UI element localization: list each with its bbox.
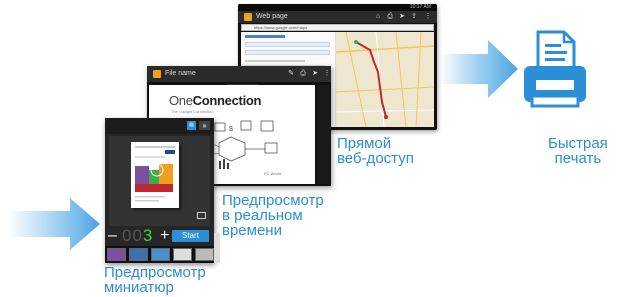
status-bar: 10:17 AM — [238, 4, 437, 11]
doc-brand-light: One — [169, 93, 193, 108]
status-time: 10:17 AM — [409, 4, 431, 10]
map-view[interactable] — [336, 32, 434, 127]
thumbnail-item[interactable] — [195, 248, 214, 261]
print-preview-area — [109, 136, 210, 226]
web-app-bar: Web page ⌂ ⎙ ➤ ⇪ ⋮ — [238, 11, 437, 23]
preview-page — [131, 142, 179, 208]
copies-leading-zeros: 00 — [122, 226, 143, 245]
url-field[interactable]: https://www.google.com/maps — [241, 24, 434, 31]
folder-icon — [153, 70, 161, 78]
edit-icon[interactable]: ✎ — [287, 70, 295, 78]
flow-arrow-right-icon — [440, 40, 518, 98]
menu-icon[interactable]: ⋮ — [424, 13, 432, 21]
menu-icon[interactable]: ⋮ — [323, 70, 331, 78]
file-app-title: File name — [165, 70, 196, 77]
preview-page-art — [135, 146, 175, 202]
copies-value: 003 — [122, 227, 153, 244]
quick-print-caption: Быстрая печать — [548, 135, 608, 167]
print-preview-screenshot: ▤ ▦ – 003 + Start — [105, 118, 214, 263]
decrease-copies-button[interactable]: – — [108, 228, 117, 244]
directions-header — [245, 35, 285, 38]
flow-arrow-left-icon — [8, 198, 100, 250]
page-edge — [214, 233, 220, 263]
copies-counter: – 003 + Start — [108, 227, 211, 244]
realtime-preview-caption: Предпросмотр в реальном времени — [222, 192, 324, 239]
print-settings-icon[interactable]: ▤ — [187, 121, 196, 130]
url-text: https://www.google.com/maps — [254, 25, 308, 30]
doc-brand: OneConnection — [169, 93, 261, 108]
send-icon[interactable]: ➤ — [398, 13, 406, 21]
increase-copies-button[interactable]: + — [160, 228, 169, 244]
print-icon[interactable]: ⎙ — [386, 13, 394, 21]
svg-text:$: $ — [229, 126, 233, 133]
page-count-icon[interactable] — [197, 212, 206, 219]
doc-brand-bold: Connection — [192, 93, 262, 108]
preview-top-bar: ▤ ▦ — [105, 118, 214, 134]
printer-icon — [522, 30, 588, 117]
thumbnail-item[interactable] — [107, 248, 126, 261]
print-icon[interactable]: ⎙ — [299, 70, 307, 78]
direction-row[interactable] — [245, 50, 330, 55]
thumbnail-item[interactable] — [151, 248, 170, 261]
start-button[interactable]: Start — [172, 230, 209, 242]
send-icon[interactable]: ➤ — [311, 70, 319, 78]
doc-tagline: The Gadget Connection — [171, 109, 214, 114]
file-app-bar: File name ✎ ⎙ ➤ ⋮ — [147, 66, 331, 82]
thumbnail-strip — [105, 246, 214, 263]
share-icon[interactable]: ⇪ — [410, 13, 418, 21]
direction-row[interactable] — [245, 42, 330, 47]
thumbnail-preview-caption: Предпросмотр миниатюр — [104, 264, 206, 296]
home-icon[interactable]: ⌂ — [374, 13, 382, 21]
thumbnail-item[interactable] — [173, 248, 192, 261]
thumbnail-item[interactable] — [129, 248, 148, 261]
folder-icon — [244, 13, 252, 21]
copies-count: 3 — [142, 226, 154, 245]
page-scroller[interactable] — [318, 85, 330, 184]
web-app-title: Web page — [256, 13, 288, 20]
text-line — [245, 60, 305, 62]
layout-icon[interactable]: ▦ — [199, 121, 210, 130]
direct-web-access-caption: Прямой веб-доступ — [337, 135, 414, 167]
doc-footer: PC World — [264, 171, 282, 176]
